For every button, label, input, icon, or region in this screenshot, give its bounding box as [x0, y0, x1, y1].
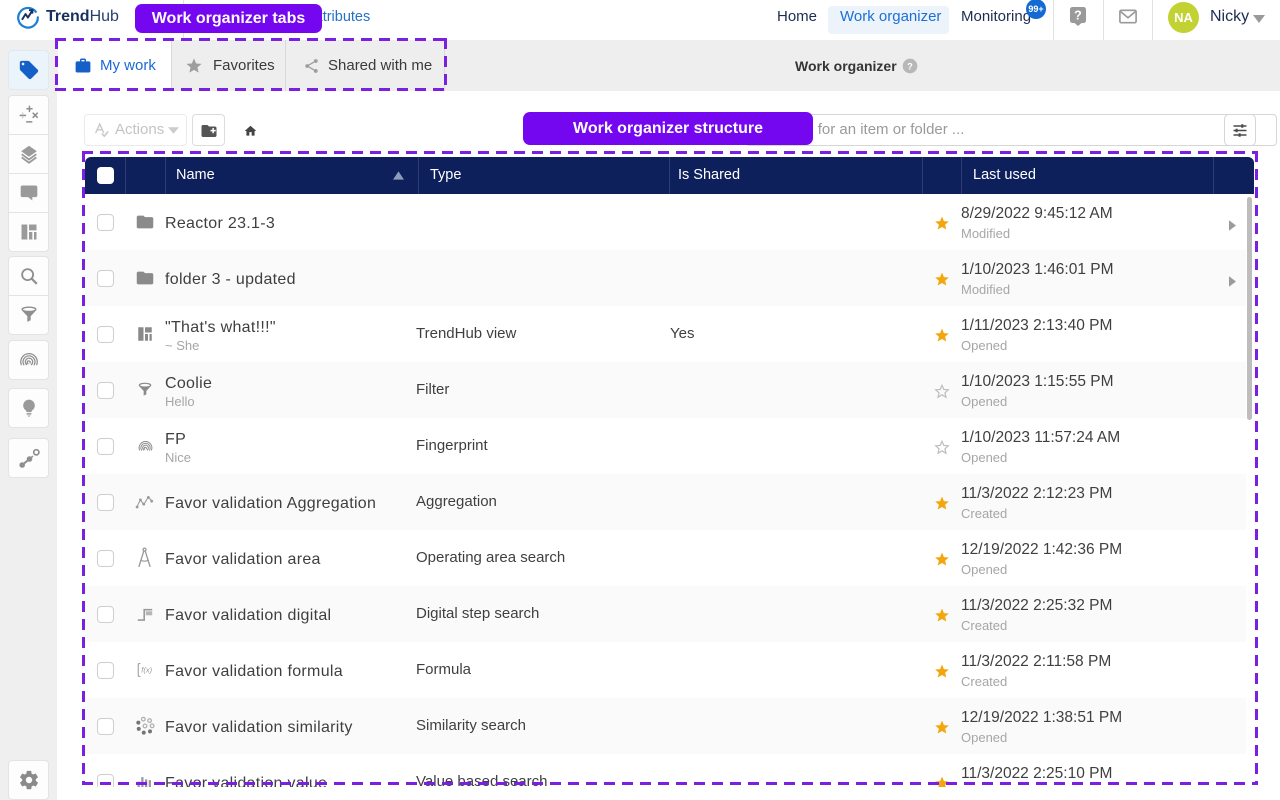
svg-text:?: ? [907, 61, 913, 71]
svg-text:?: ? [1074, 9, 1082, 23]
